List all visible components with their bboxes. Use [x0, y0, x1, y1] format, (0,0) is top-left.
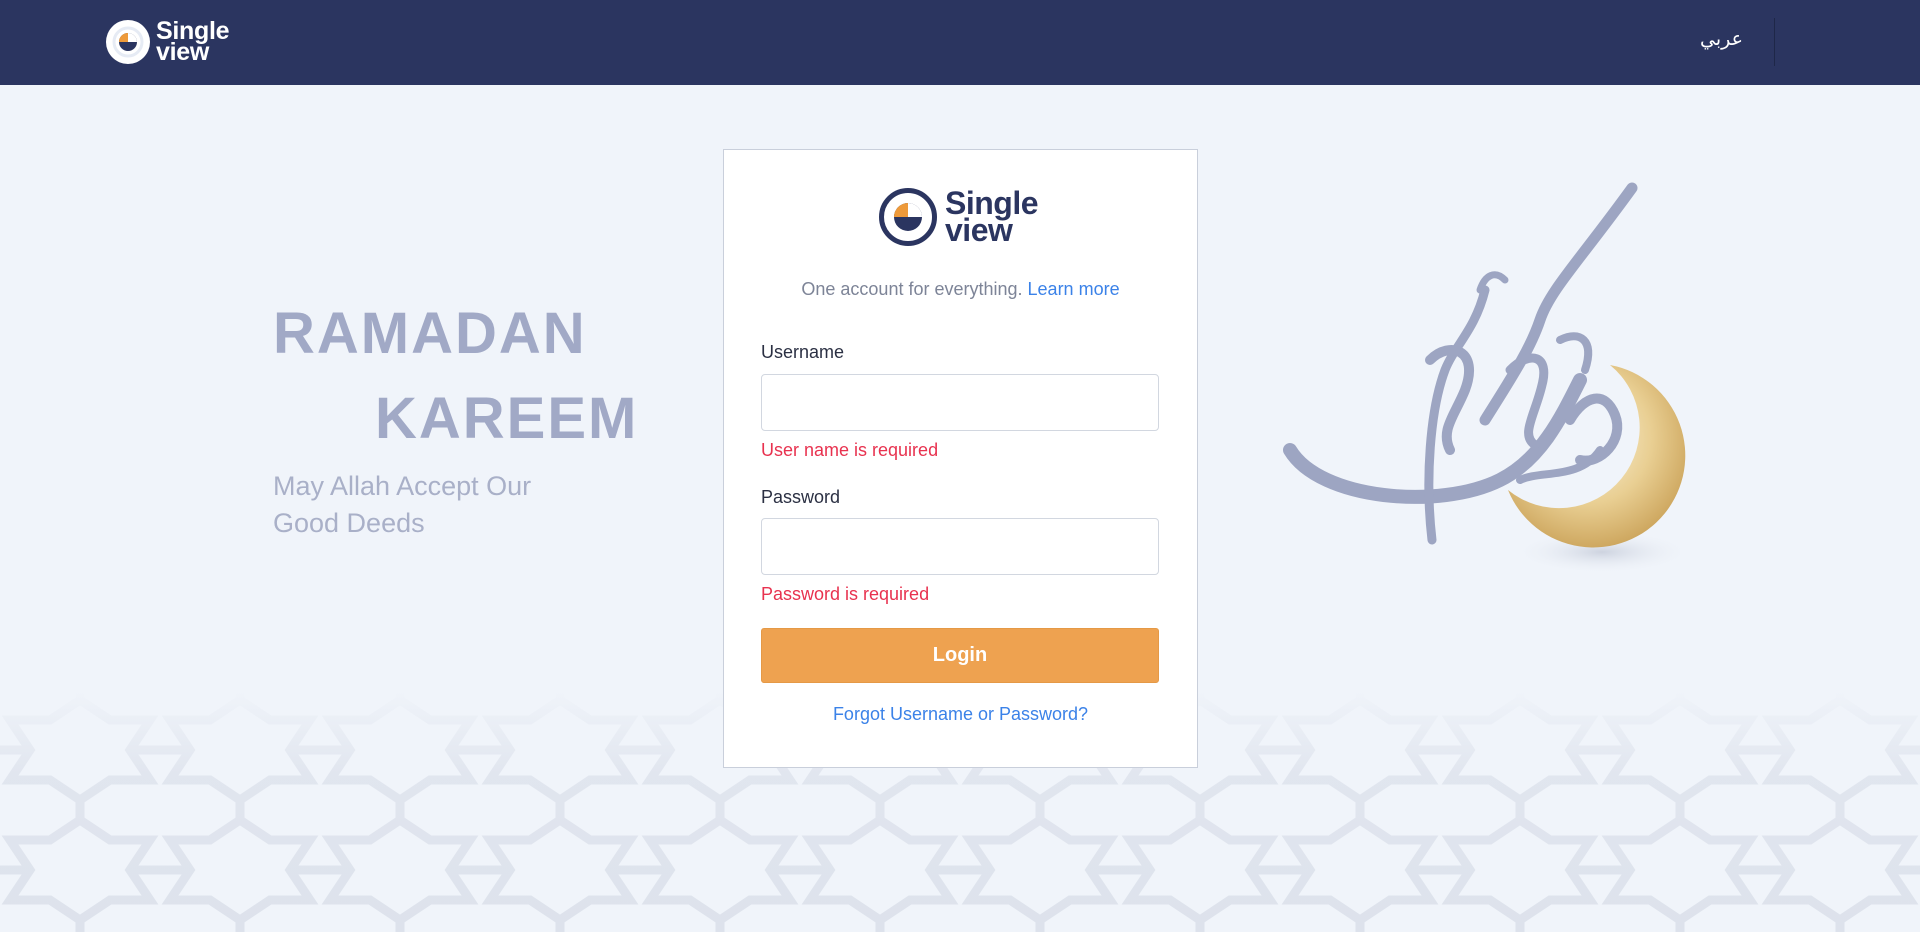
- language-toggle-link[interactable]: عربي: [1700, 28, 1743, 50]
- header-wordmark: Single view: [156, 19, 230, 66]
- header-wordmark-line2: view: [156, 38, 209, 66]
- learn-more-link[interactable]: Learn more: [1028, 279, 1120, 299]
- username-error-message: User name is required: [761, 440, 939, 460]
- ramadan-subtitle: May Allah Accept Our Good Deeds: [273, 471, 532, 538]
- single-view-logo-icon: [879, 188, 937, 246]
- header-divider: [1774, 18, 1775, 66]
- ramadan-calligraphy-moon-illustration: [1283, 182, 1692, 574]
- single-view-logo-icon: [106, 20, 150, 64]
- login-button[interactable]: Login: [761, 628, 1159, 683]
- card-logo: Single view: [879, 186, 1039, 248]
- card-wordmark: Single view: [945, 187, 1039, 248]
- password-label: Password: [761, 487, 841, 507]
- login-tagline: One account for everything. Learn more: [724, 279, 1197, 300]
- login-card: Single view One account for everything. …: [723, 149, 1198, 768]
- username-label: Username: [761, 342, 845, 362]
- kareem-heading: KAREEM: [375, 386, 639, 451]
- ramadan-heading: RAMADAN: [273, 301, 587, 366]
- header-logo[interactable]: Single view: [106, 18, 230, 66]
- card-wordmark-line2: view: [945, 212, 1013, 248]
- username-input[interactable]: [761, 374, 1159, 431]
- password-error-message: Password is required: [761, 584, 930, 604]
- password-input[interactable]: [761, 518, 1159, 575]
- top-header: Single view عربي: [0, 0, 1920, 85]
- tagline-text: One account for everything.: [801, 279, 1023, 299]
- forgot-credentials-link[interactable]: Forgot Username or Password?: [724, 704, 1197, 725]
